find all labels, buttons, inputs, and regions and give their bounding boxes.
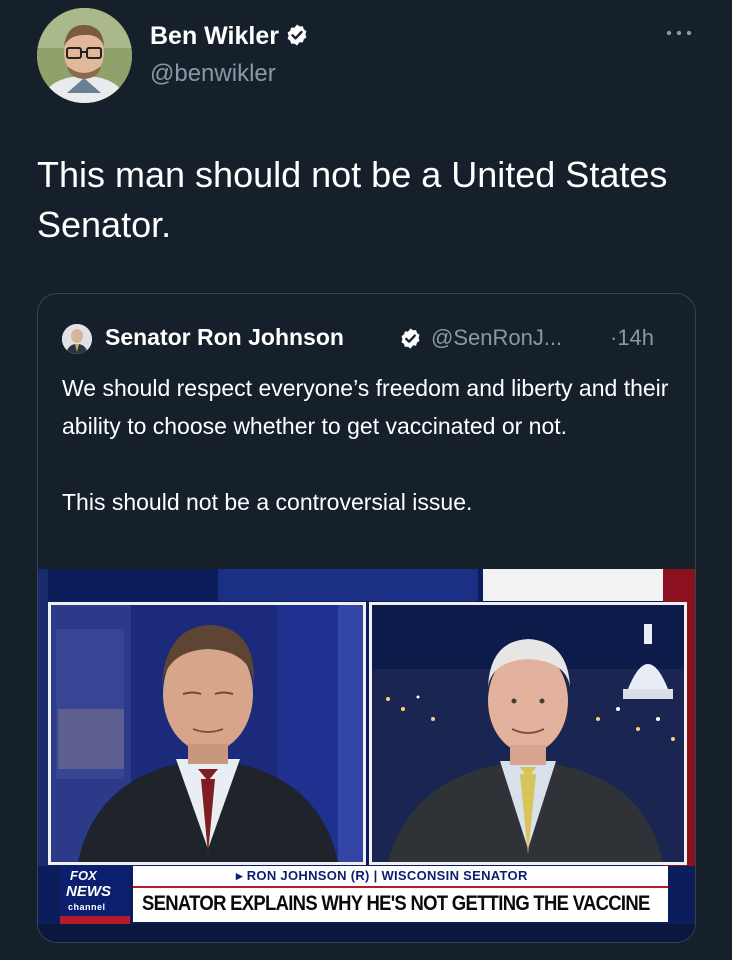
verified-badge-icon [287, 24, 307, 46]
quoted-author-avatar-image [62, 324, 92, 354]
quoted-tweet-video[interactable]: FOX NEWS channel ▸ RON JOHNSON (R) | WIS… [38, 569, 695, 942]
quoted-tweet-paragraph: This should not be a controversial issue… [62, 489, 473, 515]
video-frame-image [38, 569, 695, 942]
quoted-tweet-card[interactable]: Senator Ron Johnson @SenRonJ... ·14h We … [37, 293, 696, 943]
quoted-author-avatar[interactable] [62, 324, 92, 354]
fox-logo-middle: NEWS [66, 883, 111, 900]
quoted-tweet-paragraph: We should respect everyone’s freedom and… [62, 375, 669, 439]
author-avatar[interactable] [37, 8, 132, 103]
fox-logo-bottom: channel [68, 902, 106, 912]
fox-logo-top: FOX [70, 868, 97, 883]
lower-third-headline: SENATOR EXPLAINS WHY HE'S NOT GETTING TH… [142, 892, 650, 915]
quoted-author-name[interactable]: Senator Ron Johnson [105, 324, 344, 351]
author-avatar-image [37, 8, 132, 103]
quoted-verified-badge-icon [401, 328, 420, 349]
author-name[interactable]: Ben Wikler [150, 22, 309, 51]
more-options-icon[interactable] [664, 26, 694, 40]
quoted-tweet-text: We should respect everyone’s freedom and… [62, 369, 672, 521]
author-handle[interactable]: @benwikler [150, 60, 276, 88]
quoted-tweet-timestamp[interactable]: ·14h [610, 325, 654, 351]
quoted-author-handle[interactable]: @SenRonJ... [431, 325, 562, 351]
author-name-text: Ben Wikler [150, 22, 279, 50]
tweet-text: This man should not be a United States S… [37, 154, 668, 245]
tweet-page: Ben Wikler @benwikler This man should no… [0, 0, 732, 960]
lower-third-name: ▸ RON JOHNSON (R) | WISCONSIN SENATOR [236, 868, 528, 883]
